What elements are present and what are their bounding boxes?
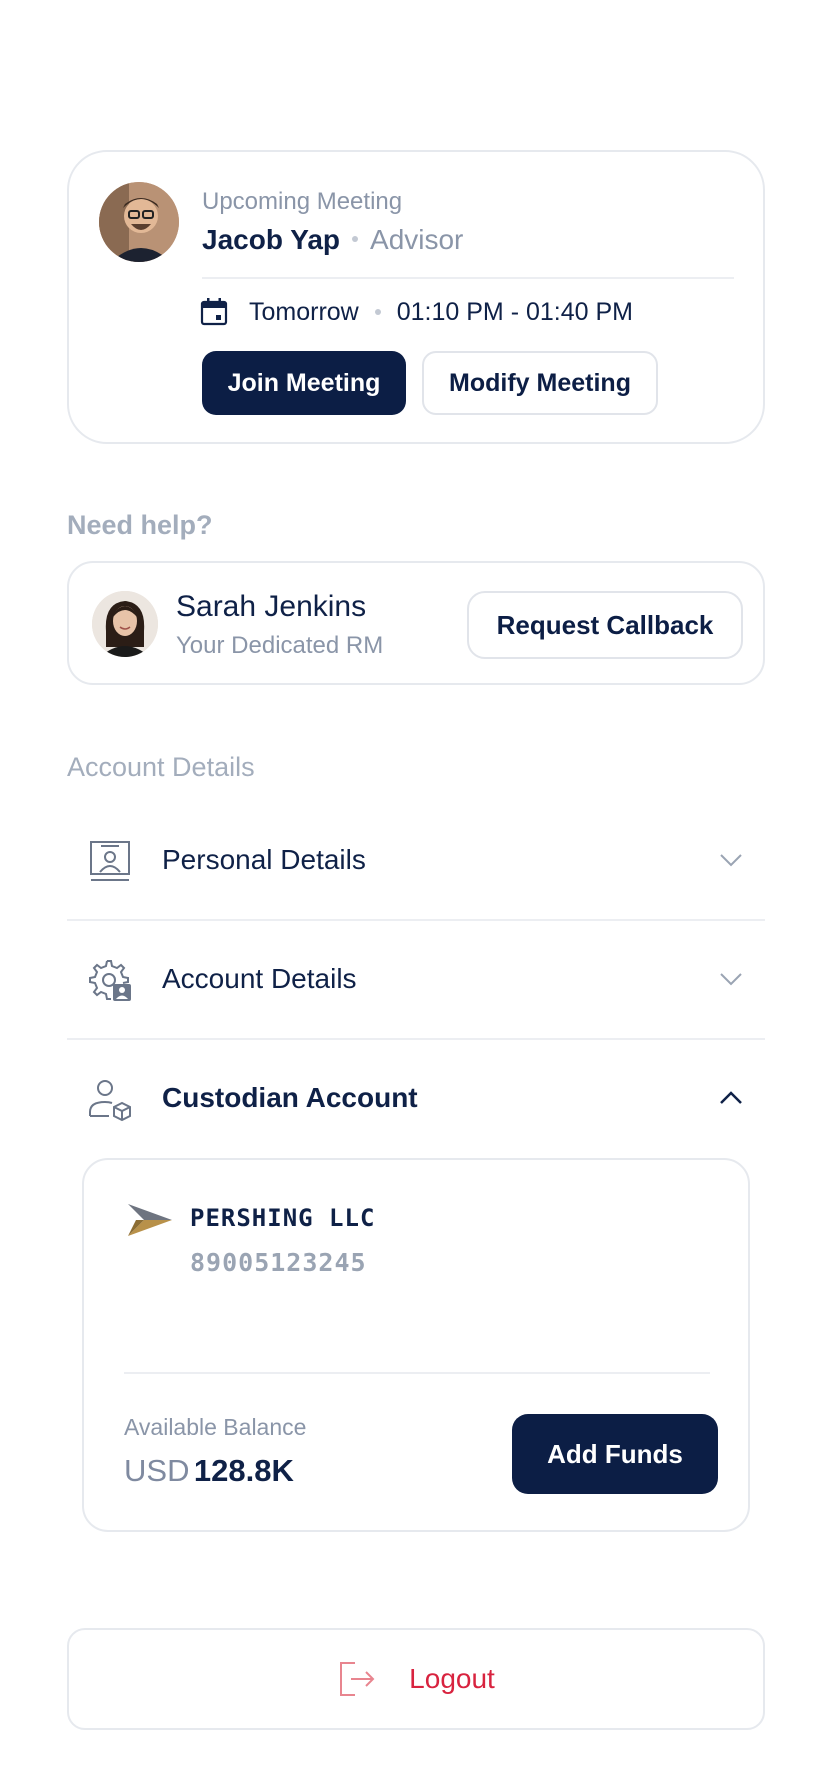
available-balance-label: Available Balance — [124, 1414, 307, 1440]
chevron-down-icon[interactable] — [717, 846, 745, 874]
gear-user-icon — [89, 960, 131, 1001]
chevron-up-icon[interactable] — [717, 1084, 745, 1112]
modify-meeting-button[interactable]: Modify Meeting — [422, 351, 658, 415]
logout-icon — [340, 1662, 375, 1696]
accordion-label: Account Details — [162, 963, 357, 994]
rm-avatar — [92, 591, 158, 657]
meeting-time: 01:10 PM - 01:40 PM — [396, 297, 633, 326]
advisor-name: Jacob Yap — [202, 224, 341, 255]
custodian-account-card: PERSHING LLC 89005123245 Available Balan… — [82, 1158, 750, 1532]
need-help-title: Need help? — [67, 510, 213, 540]
advisor-role: Advisor — [370, 224, 464, 255]
rm-subtitle: Your Dedicated RM — [176, 632, 384, 659]
available-balance-value: USD 128.8K — [124, 1453, 294, 1489]
logout-button[interactable]: Logout — [67, 1628, 765, 1730]
separator-dot — [374, 309, 381, 315]
custodian-name: PERSHING LLC — [190, 1204, 376, 1232]
meeting-advisor-row: Jacob Yap Advisor — [202, 224, 463, 256]
divider — [124, 1372, 710, 1374]
calendar-icon — [200, 298, 228, 326]
meeting-day: Tomorrow — [249, 297, 359, 326]
pershing-logo-icon — [128, 1204, 172, 1236]
logout-label: Logout — [409, 1663, 495, 1694]
add-funds-button[interactable]: Add Funds — [512, 1414, 718, 1494]
divider — [202, 277, 734, 279]
separator-dot — [352, 235, 359, 242]
id-card-icon — [90, 841, 130, 881]
accordion-account-details[interactable]: Account Details — [67, 921, 765, 1039]
balance-amount: 128.8K — [193, 1453, 294, 1488]
join-meeting-button[interactable]: Join Meeting — [202, 351, 406, 415]
balance-currency: USD — [124, 1453, 190, 1488]
accordion-custodian-account[interactable]: Custodian Account — [67, 1040, 765, 1158]
rm-name: Sarah Jenkins — [176, 590, 367, 623]
user-box-icon — [89, 1080, 131, 1122]
account-details-title: Account Details — [67, 752, 255, 782]
custodian-account-number: 89005123245 — [190, 1248, 367, 1277]
advisor-avatar — [99, 182, 179, 262]
chevron-down-icon[interactable] — [717, 965, 745, 993]
meeting-label: Upcoming Meeting — [202, 188, 403, 215]
relationship-manager-card: Sarah Jenkins Your Dedicated RM Request … — [67, 561, 765, 685]
accordion-label: Custodian Account — [162, 1082, 418, 1113]
upcoming-meeting-card: Upcoming Meeting Jacob Yap Advisor Tomorr… — [67, 150, 765, 444]
accordion-label: Personal Details — [162, 844, 366, 875]
meeting-time-row: Tomorrow 01:10 PM - 01:40 PM — [199, 297, 633, 327]
request-callback-button[interactable]: Request Callback — [467, 591, 743, 659]
accordion-personal-details[interactable]: Personal Details — [67, 802, 765, 920]
